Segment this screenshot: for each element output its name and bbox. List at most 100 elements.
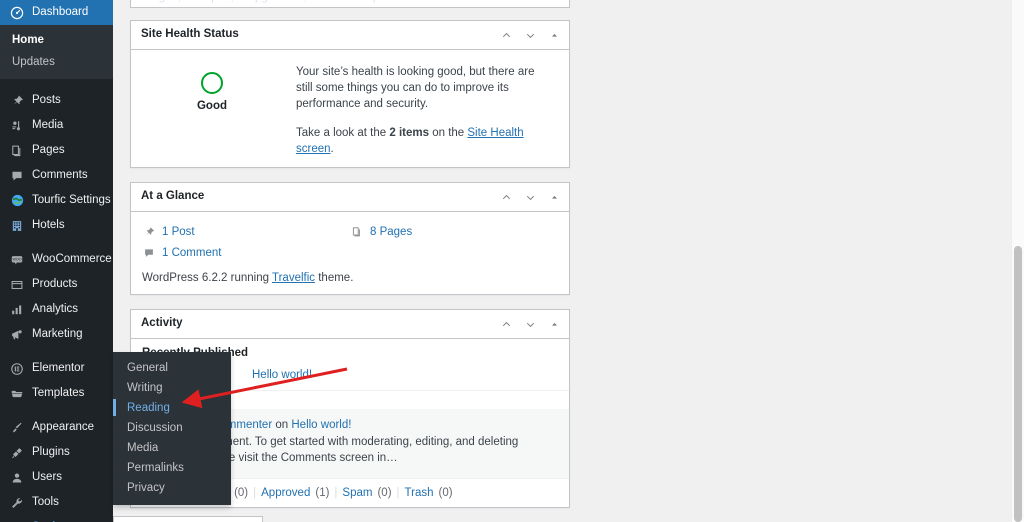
sidebar-item-templates[interactable]: Templates — [0, 381, 113, 406]
at-a-glance-panel: At a Glance 1 Post 8 Pages 1 Comment Wor… — [130, 182, 570, 295]
wordpress-admin-screen: Dashboard Home Updates Posts Media Pages — [0, 0, 1024, 522]
building-icon — [9, 218, 25, 234]
glance-item-comments[interactable]: 1 Comment — [142, 242, 350, 263]
user-icon — [9, 470, 25, 486]
partial-panel-bottom — [113, 516, 263, 522]
wrench-icon — [9, 495, 25, 511]
glance-link[interactable]: 1 Comment — [162, 247, 221, 259]
submenu-item-reading[interactable]: Reading — [113, 398, 231, 418]
site-health-panel: Site Health Status Good Your site’s heal… — [130, 20, 570, 168]
chart-bars-icon — [9, 302, 25, 318]
sidebar-item-settings[interactable]: Settings — [0, 515, 113, 522]
panel-header: Activity — [131, 310, 569, 339]
panel-controls — [495, 313, 565, 335]
theme-link[interactable]: Travelfic — [272, 272, 315, 284]
sidebar-item-appearance[interactable]: Appearance — [0, 415, 113, 440]
submenu-item-privacy[interactable]: Privacy — [113, 478, 231, 498]
submenu-item-general[interactable]: General — [113, 358, 231, 378]
sidebar-item-pages[interactable]: Pages — [0, 138, 113, 163]
sidebar-item-products[interactable]: Products — [0, 272, 113, 297]
sidebar-item-users[interactable]: Users — [0, 465, 113, 490]
panel-title: Site Health Status — [141, 28, 239, 41]
globe-icon — [9, 193, 25, 209]
sidebar-item-tourfic-settings[interactable]: Tourfic Settings — [0, 188, 113, 213]
published-post-link[interactable]: Hello world! — [252, 369, 312, 381]
footer-link-add-export[interactable]: Add an Export — [320, 0, 393, 3]
partial-widget-footer-links: Blog | Help | Upgrade | Add an Export — [130, 0, 570, 8]
sidebar-item-posts[interactable]: Posts — [0, 88, 113, 113]
toggle-panel-button[interactable] — [543, 186, 565, 208]
sidebar-item-media[interactable]: Media — [0, 113, 113, 138]
sidebar-item-label: Pages — [32, 143, 65, 156]
menu-separator — [0, 406, 113, 415]
sidebar-item-label: Comments — [32, 168, 88, 181]
sidebar-item-label: Marketing — [32, 327, 83, 340]
panel-controls — [495, 186, 565, 208]
toggle-panel-button[interactable] — [543, 313, 565, 335]
menu-separator — [0, 347, 113, 356]
glance-item-pages[interactable]: 8 Pages — [350, 221, 558, 242]
submenu-item-writing[interactable]: Writing — [113, 378, 231, 398]
sidebar-item-label: Tourfic Settings — [32, 193, 111, 206]
move-down-button[interactable] — [519, 313, 541, 335]
glance-link[interactable]: 8 Pages — [370, 226, 412, 238]
panel-title: At a Glance — [141, 190, 205, 203]
site-health-cta: Take a look at the 2 items on the Site H… — [296, 127, 524, 155]
sidebar-item-analytics[interactable]: Analytics — [0, 297, 113, 322]
comment-icon — [142, 247, 156, 259]
submenu-item-discussion[interactable]: Discussion — [113, 418, 231, 438]
divider: | — [253, 487, 257, 499]
pages-icon — [350, 226, 364, 238]
comment-post-link[interactable]: Hello world! — [291, 419, 351, 431]
panel-header: Site Health Status — [131, 21, 569, 50]
menu-separator — [0, 238, 113, 247]
sidebar-item-label: Products — [32, 277, 78, 290]
sidebar-item-label: Users — [32, 470, 63, 483]
sidebar-item-comments[interactable]: Comments — [0, 163, 113, 188]
comment-filter-spam[interactable]: Spam — [342, 487, 372, 499]
move-up-button[interactable] — [495, 186, 517, 208]
glance-item-posts[interactable]: 1 Post — [142, 221, 350, 242]
divider: | — [231, 0, 234, 3]
footer-link-help[interactable]: Help — [194, 0, 218, 3]
move-up-button[interactable] — [495, 24, 517, 46]
media-icon — [9, 118, 25, 134]
sidebar-item-label: Templates — [32, 386, 85, 399]
sidebar-item-label: Media — [32, 118, 64, 131]
comment-count-spam: (0) — [377, 487, 392, 499]
comment-icon — [9, 168, 25, 184]
toggle-panel-button[interactable] — [543, 24, 565, 46]
sidebar-item-label: Posts — [32, 93, 61, 106]
sidebar-item-hotels[interactable]: Hotels — [0, 213, 113, 238]
pin-icon — [9, 93, 25, 109]
submenu-item-home[interactable]: Home — [0, 29, 113, 51]
glance-link[interactable]: 1 Post — [162, 226, 195, 238]
sidebar-item-woocommerce[interactable]: WOO WooCommerce — [0, 247, 113, 272]
sidebar-item-marketing[interactable]: Marketing — [0, 322, 113, 347]
sidebar-item-label: WooCommerce — [32, 252, 112, 265]
sidebar-item-dashboard[interactable]: Dashboard — [0, 0, 121, 25]
vertical-scrollbar-thumb[interactable] — [1014, 246, 1022, 522]
submenu-item-media[interactable]: Media — [113, 438, 231, 458]
woocommerce-icon: WOO — [9, 252, 25, 268]
paintbrush-icon — [9, 420, 25, 436]
submenu-item-permalinks[interactable]: Permalinks — [113, 458, 231, 478]
submenu-item-updates[interactable]: Updates — [0, 51, 113, 73]
menu-separator — [0, 79, 113, 88]
dashboard-icon — [9, 5, 25, 21]
comment-count-approved: (1) — [315, 487, 330, 499]
move-down-button[interactable] — [519, 186, 541, 208]
move-down-button[interactable] — [519, 24, 541, 46]
sidebar-item-plugins[interactable]: Plugins — [0, 440, 113, 465]
status-ring-icon — [201, 72, 223, 94]
comment-filter-approved[interactable]: Approved — [261, 487, 310, 499]
footer-link-blog[interactable]: Blog — [142, 0, 165, 3]
footer-link-upgrade[interactable]: Upgrade — [247, 0, 291, 3]
sidebar-item-elementor[interactable]: Elementor — [0, 356, 113, 381]
divider: | — [304, 0, 307, 3]
sidebar-item-label: Hotels — [32, 218, 65, 231]
comment-count-trash: (0) — [438, 487, 453, 499]
move-up-button[interactable] — [495, 313, 517, 335]
sidebar-item-tools[interactable]: Tools — [0, 490, 113, 515]
comment-filter-trash[interactable]: Trash — [405, 487, 434, 499]
